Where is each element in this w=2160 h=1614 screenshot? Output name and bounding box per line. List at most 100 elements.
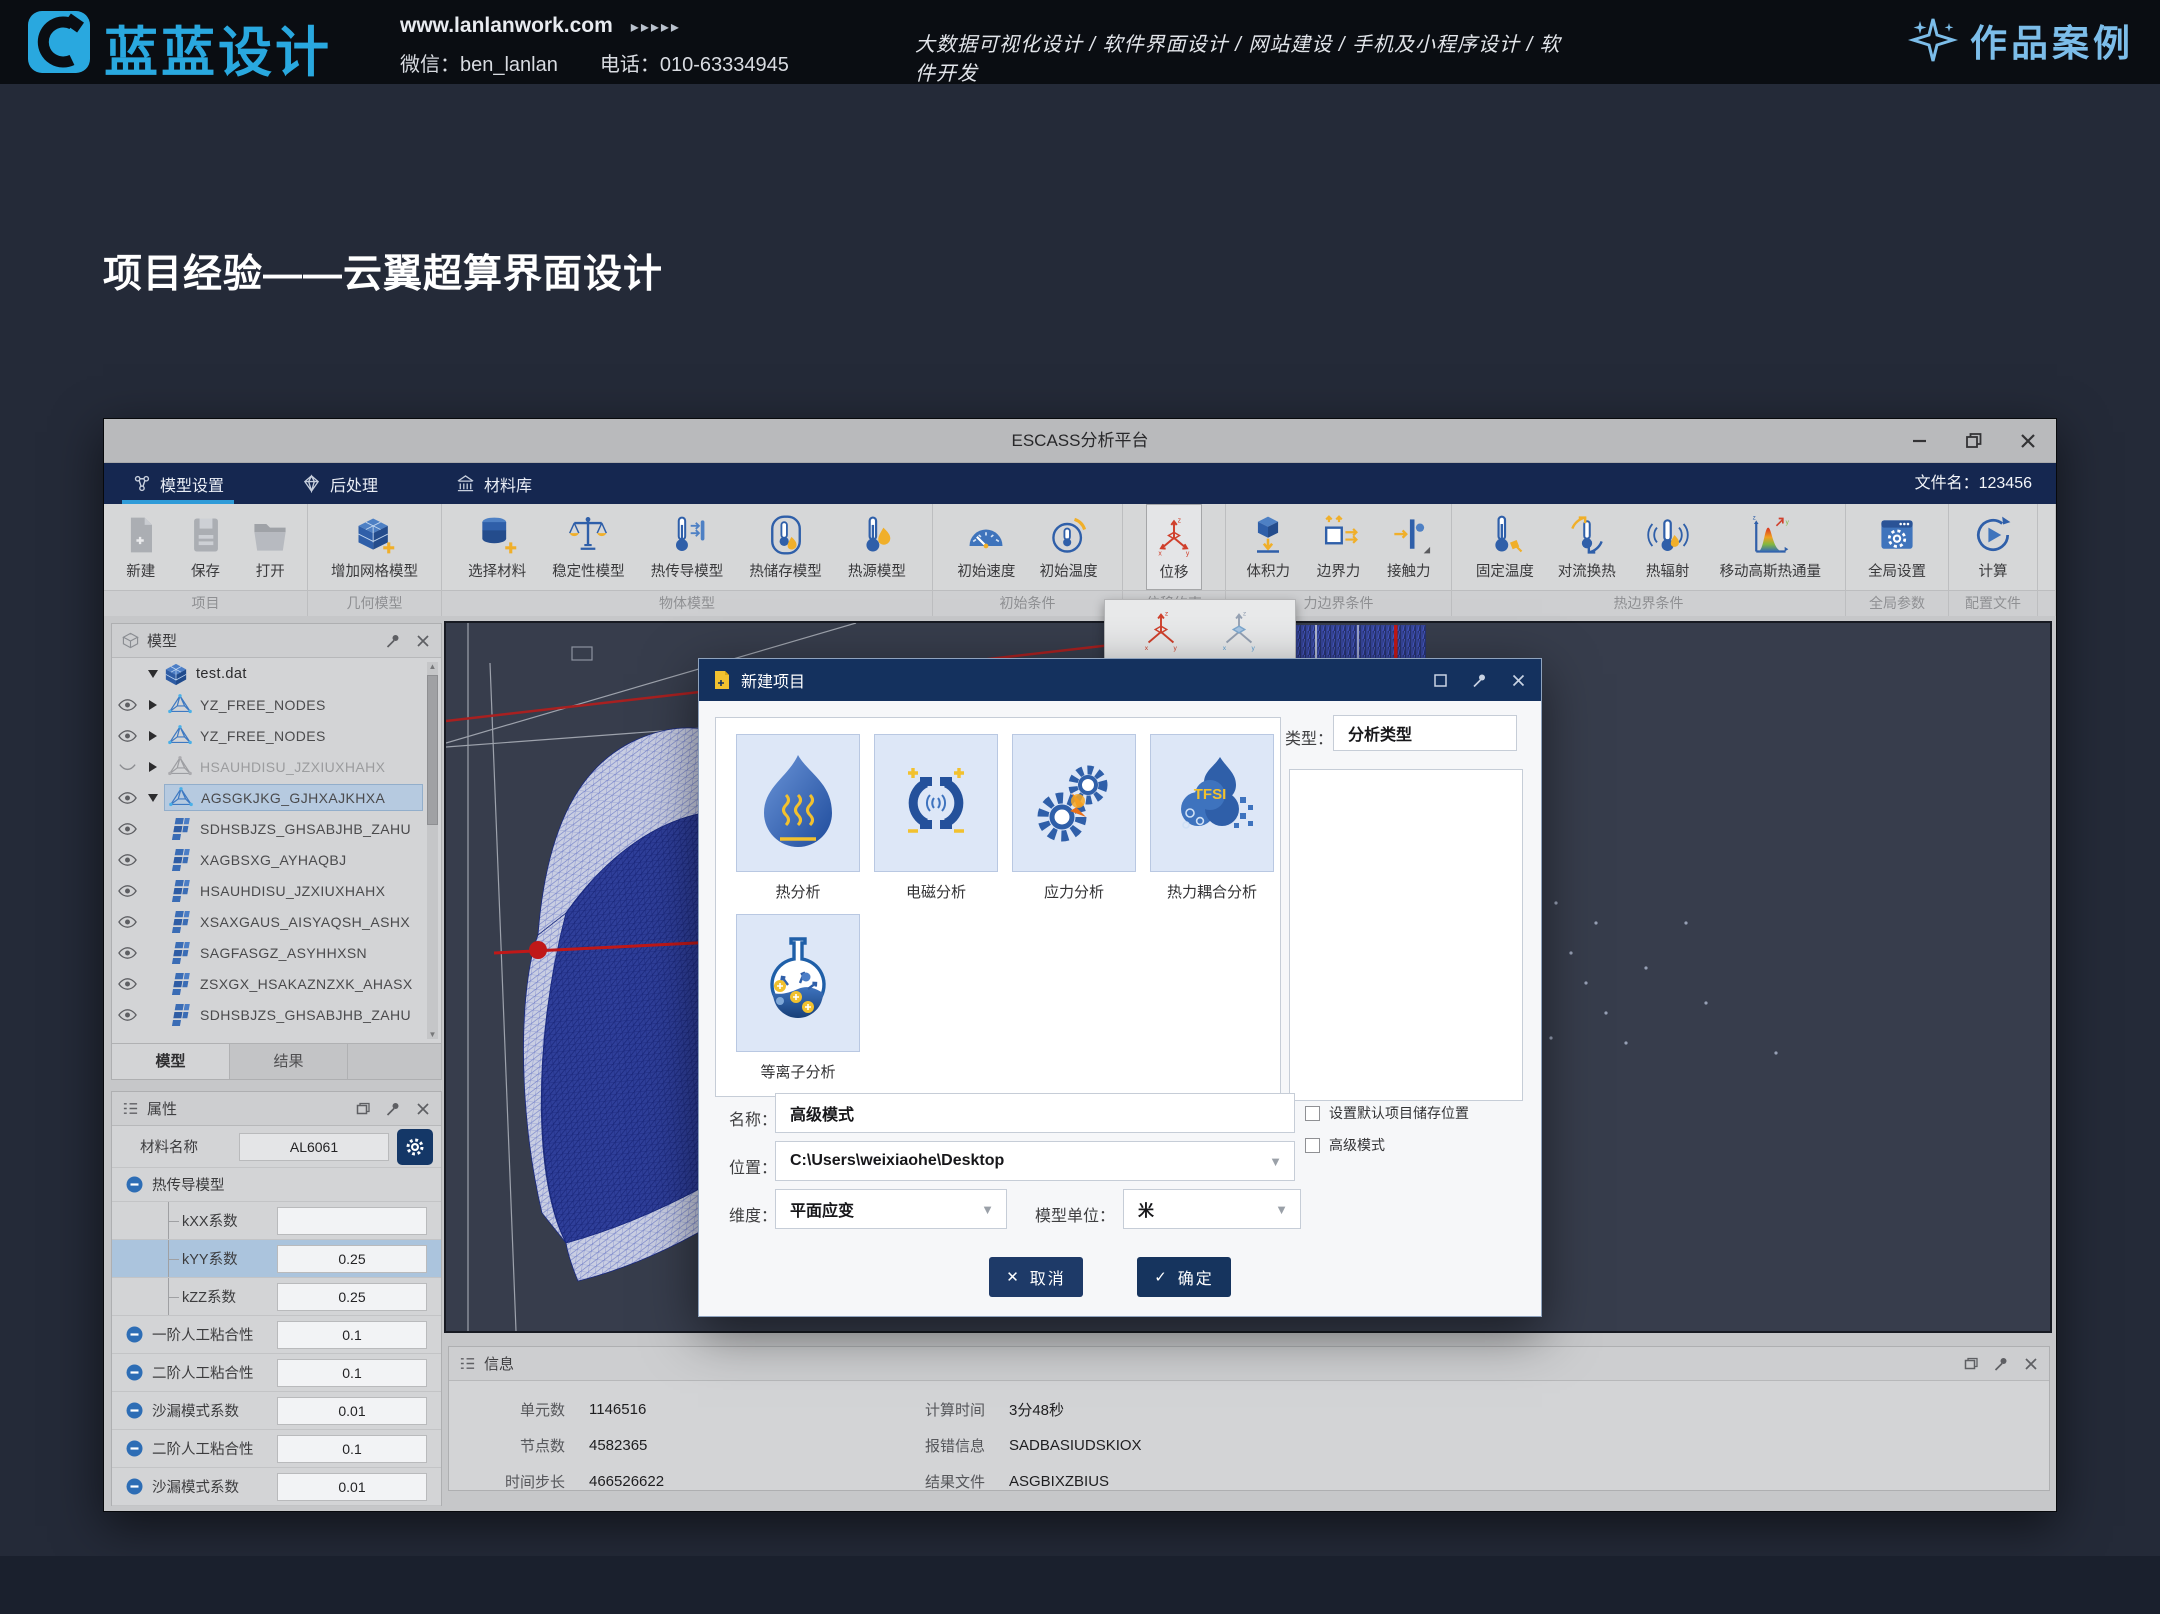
path-select[interactable]: C:\Users\weixiaohe\Desktop▼ [775,1141,1295,1181]
kxx-input[interactable] [277,1207,427,1235]
prop-group-row[interactable]: 二阶人工粘合性 0.1 [112,1430,441,1468]
tree-row[interactable]: SDHSBJZS_GHSABJHB_ZAHU [112,813,441,844]
close-icon[interactable] [2023,1356,2039,1372]
initial-temperature-button[interactable]: 初始温度 [1040,504,1098,590]
open-button[interactable]: 打开 [242,504,298,590]
pin-icon[interactable] [1993,1356,2009,1372]
tab-post-processing[interactable]: 后处理 [296,463,384,504]
close-icon[interactable] [2018,431,2038,451]
prop-group-row[interactable]: 沙漏模式系数 0.01 [112,1468,441,1506]
tree-row[interactable]: SDHSBJZS_GHSABJHB_ZAHU [112,999,441,1030]
close-icon[interactable] [415,1101,431,1117]
thermal-storage-model-button[interactable]: 热储存模型 [749,504,822,590]
card-plasma-analysis[interactable]: 等离子分析 [736,914,860,1082]
tree-scrollbar[interactable]: ▲ ▼ [427,662,438,1039]
checkbox-box[interactable] [1305,1106,1320,1121]
pin-icon[interactable] [385,1101,401,1117]
caret-right-icon[interactable] [142,762,164,772]
kyy-input[interactable]: 0.25 [277,1245,427,1273]
minimize-icon[interactable] [1910,431,1930,451]
prop-child-row[interactable]: kZZ系数 0.25 [112,1278,441,1316]
tab-model-settings[interactable]: 模型设置 [126,463,230,504]
close-icon[interactable] [415,633,431,649]
checkbox-box[interactable] [1305,1138,1320,1153]
collapse-icon[interactable] [126,1364,143,1381]
prop-group-row[interactable]: 热传导模型 [112,1168,441,1202]
eye-icon[interactable] [112,1009,142,1021]
save-button[interactable]: 保存 [178,504,234,590]
eye-icon[interactable] [112,792,142,804]
tree-row[interactable]: HSAUHDISU_JZXIUXHAHX [112,875,441,906]
tree-row[interactable]: ZSXGX_HSAKAZNZXK_AHASX [112,968,441,999]
tree-row[interactable]: YZ_FREE_NODES [112,689,441,720]
prop-group-row[interactable]: 沙漏模式系数 0.01 [112,1392,441,1430]
tree-row[interactable]: SAGFASGZ_ASYHHXSN [112,937,441,968]
eye-icon[interactable] [112,699,142,711]
prop-group-row[interactable]: 二阶人工粘合性 0.1 [112,1354,441,1392]
eye-icon[interactable] [112,730,142,742]
tree-row[interactable]: XSAXGAUS_AISYAQSH_ASHX [112,906,441,937]
tab-material-library[interactable]: 材料库 [450,463,538,504]
ok-button[interactable]: ✓ 确定 [1137,1257,1231,1297]
cancel-button[interactable]: ✕ 取消 [989,1257,1083,1297]
tree-row-selected[interactable]: AGSGKJKG_GJHXAJKHXA [112,782,441,813]
eye-icon[interactable] [112,854,142,866]
tab-model[interactable]: 模型 [112,1044,230,1079]
stability-model-button[interactable]: 稳定性模型 [552,504,625,590]
restore-icon[interactable] [355,1101,371,1117]
value-input[interactable]: 0.01 [277,1397,427,1425]
card-thermal-analysis[interactable]: 热分析 [736,734,860,902]
value-input[interactable]: 0.1 [277,1321,427,1349]
prop-group-row[interactable]: 一阶人工粘合性 0.1 [112,1316,441,1354]
advanced-mode-checkbox[interactable]: 高级模式 [1305,1135,1385,1155]
axes-xyz-red-icon[interactable]: zxy [1138,607,1184,653]
collapse-icon[interactable] [126,1176,143,1193]
volume-force-button[interactable]: 体积力 [1240,504,1296,590]
caret-right-icon[interactable] [142,731,164,741]
restore-icon[interactable] [1964,431,1984,451]
restore-icon[interactable] [1432,672,1449,689]
probe-point[interactable] [529,941,547,959]
prop-child-row[interactable]: kXX系数 [112,1202,441,1240]
value-input[interactable]: 0.1 [277,1435,427,1463]
collapse-icon[interactable] [126,1440,143,1457]
collapse-icon[interactable] [126,1402,143,1419]
thermal-radiation-button[interactable]: 热辐射 [1640,504,1696,590]
contact-force-button[interactable]: 接触力 [1381,504,1437,590]
axes-xyz-blue-icon[interactable]: zxy [1216,607,1262,653]
restore-icon[interactable] [1963,1356,1979,1372]
eye-icon[interactable] [112,885,142,897]
tree-row[interactable]: XAGBSXG_AYHAQBJ [112,844,441,875]
eye-closed-icon[interactable] [112,761,142,773]
dimension-select[interactable]: 平面应变▼ [775,1189,1007,1229]
eye-icon[interactable] [112,978,142,990]
kzz-input[interactable]: 0.25 [277,1283,427,1311]
displacement-button[interactable]: zxy 位移 [1146,504,1202,590]
new-button[interactable]: 新建 [113,504,169,590]
tree-root-row[interactable]: test.dat [112,658,441,689]
fixed-temperature-button[interactable]: 固定温度 [1476,504,1534,590]
pin-icon[interactable] [385,633,401,649]
tab-results[interactable]: 结果 [230,1044,348,1079]
material-name-input[interactable]: AL6061 [239,1133,389,1161]
compute-button[interactable]: 计算 [1965,504,2021,590]
caret-down-icon[interactable] [142,794,164,802]
select-material-button[interactable]: 选择材料 [468,504,526,590]
moving-gaussian-flux-button[interactable]: zy 移动高斯热通量 [1720,504,1822,590]
scrollbar-thumb[interactable] [427,675,438,825]
default-location-checkbox[interactable]: 设置默认项目储存位置 [1305,1103,1469,1123]
dialog-header[interactable]: 新建项目 [699,659,1541,701]
name-input[interactable]: 高级模式 [775,1093,1295,1133]
unit-select[interactable]: 米▼ [1123,1189,1301,1229]
value-input[interactable]: 0.1 [277,1359,427,1387]
card-thermal-coupling-analysis[interactable]: TFSI 热力耦合分析 [1150,734,1274,902]
add-mesh-model-button[interactable]: 增加网格模型 [331,504,418,590]
card-stress-analysis[interactable]: 应力分析 [1012,734,1136,902]
global-settings-button[interactable]: 全局设置 [1868,504,1926,590]
eye-icon[interactable] [112,947,142,959]
tree-row[interactable]: YZ_FREE_NODES [112,720,441,751]
value-input[interactable]: 0.01 [277,1473,427,1501]
caret-down-icon[interactable] [142,670,164,678]
convection-button[interactable]: 对流换热 [1558,504,1616,590]
pin-icon[interactable] [1471,672,1488,689]
